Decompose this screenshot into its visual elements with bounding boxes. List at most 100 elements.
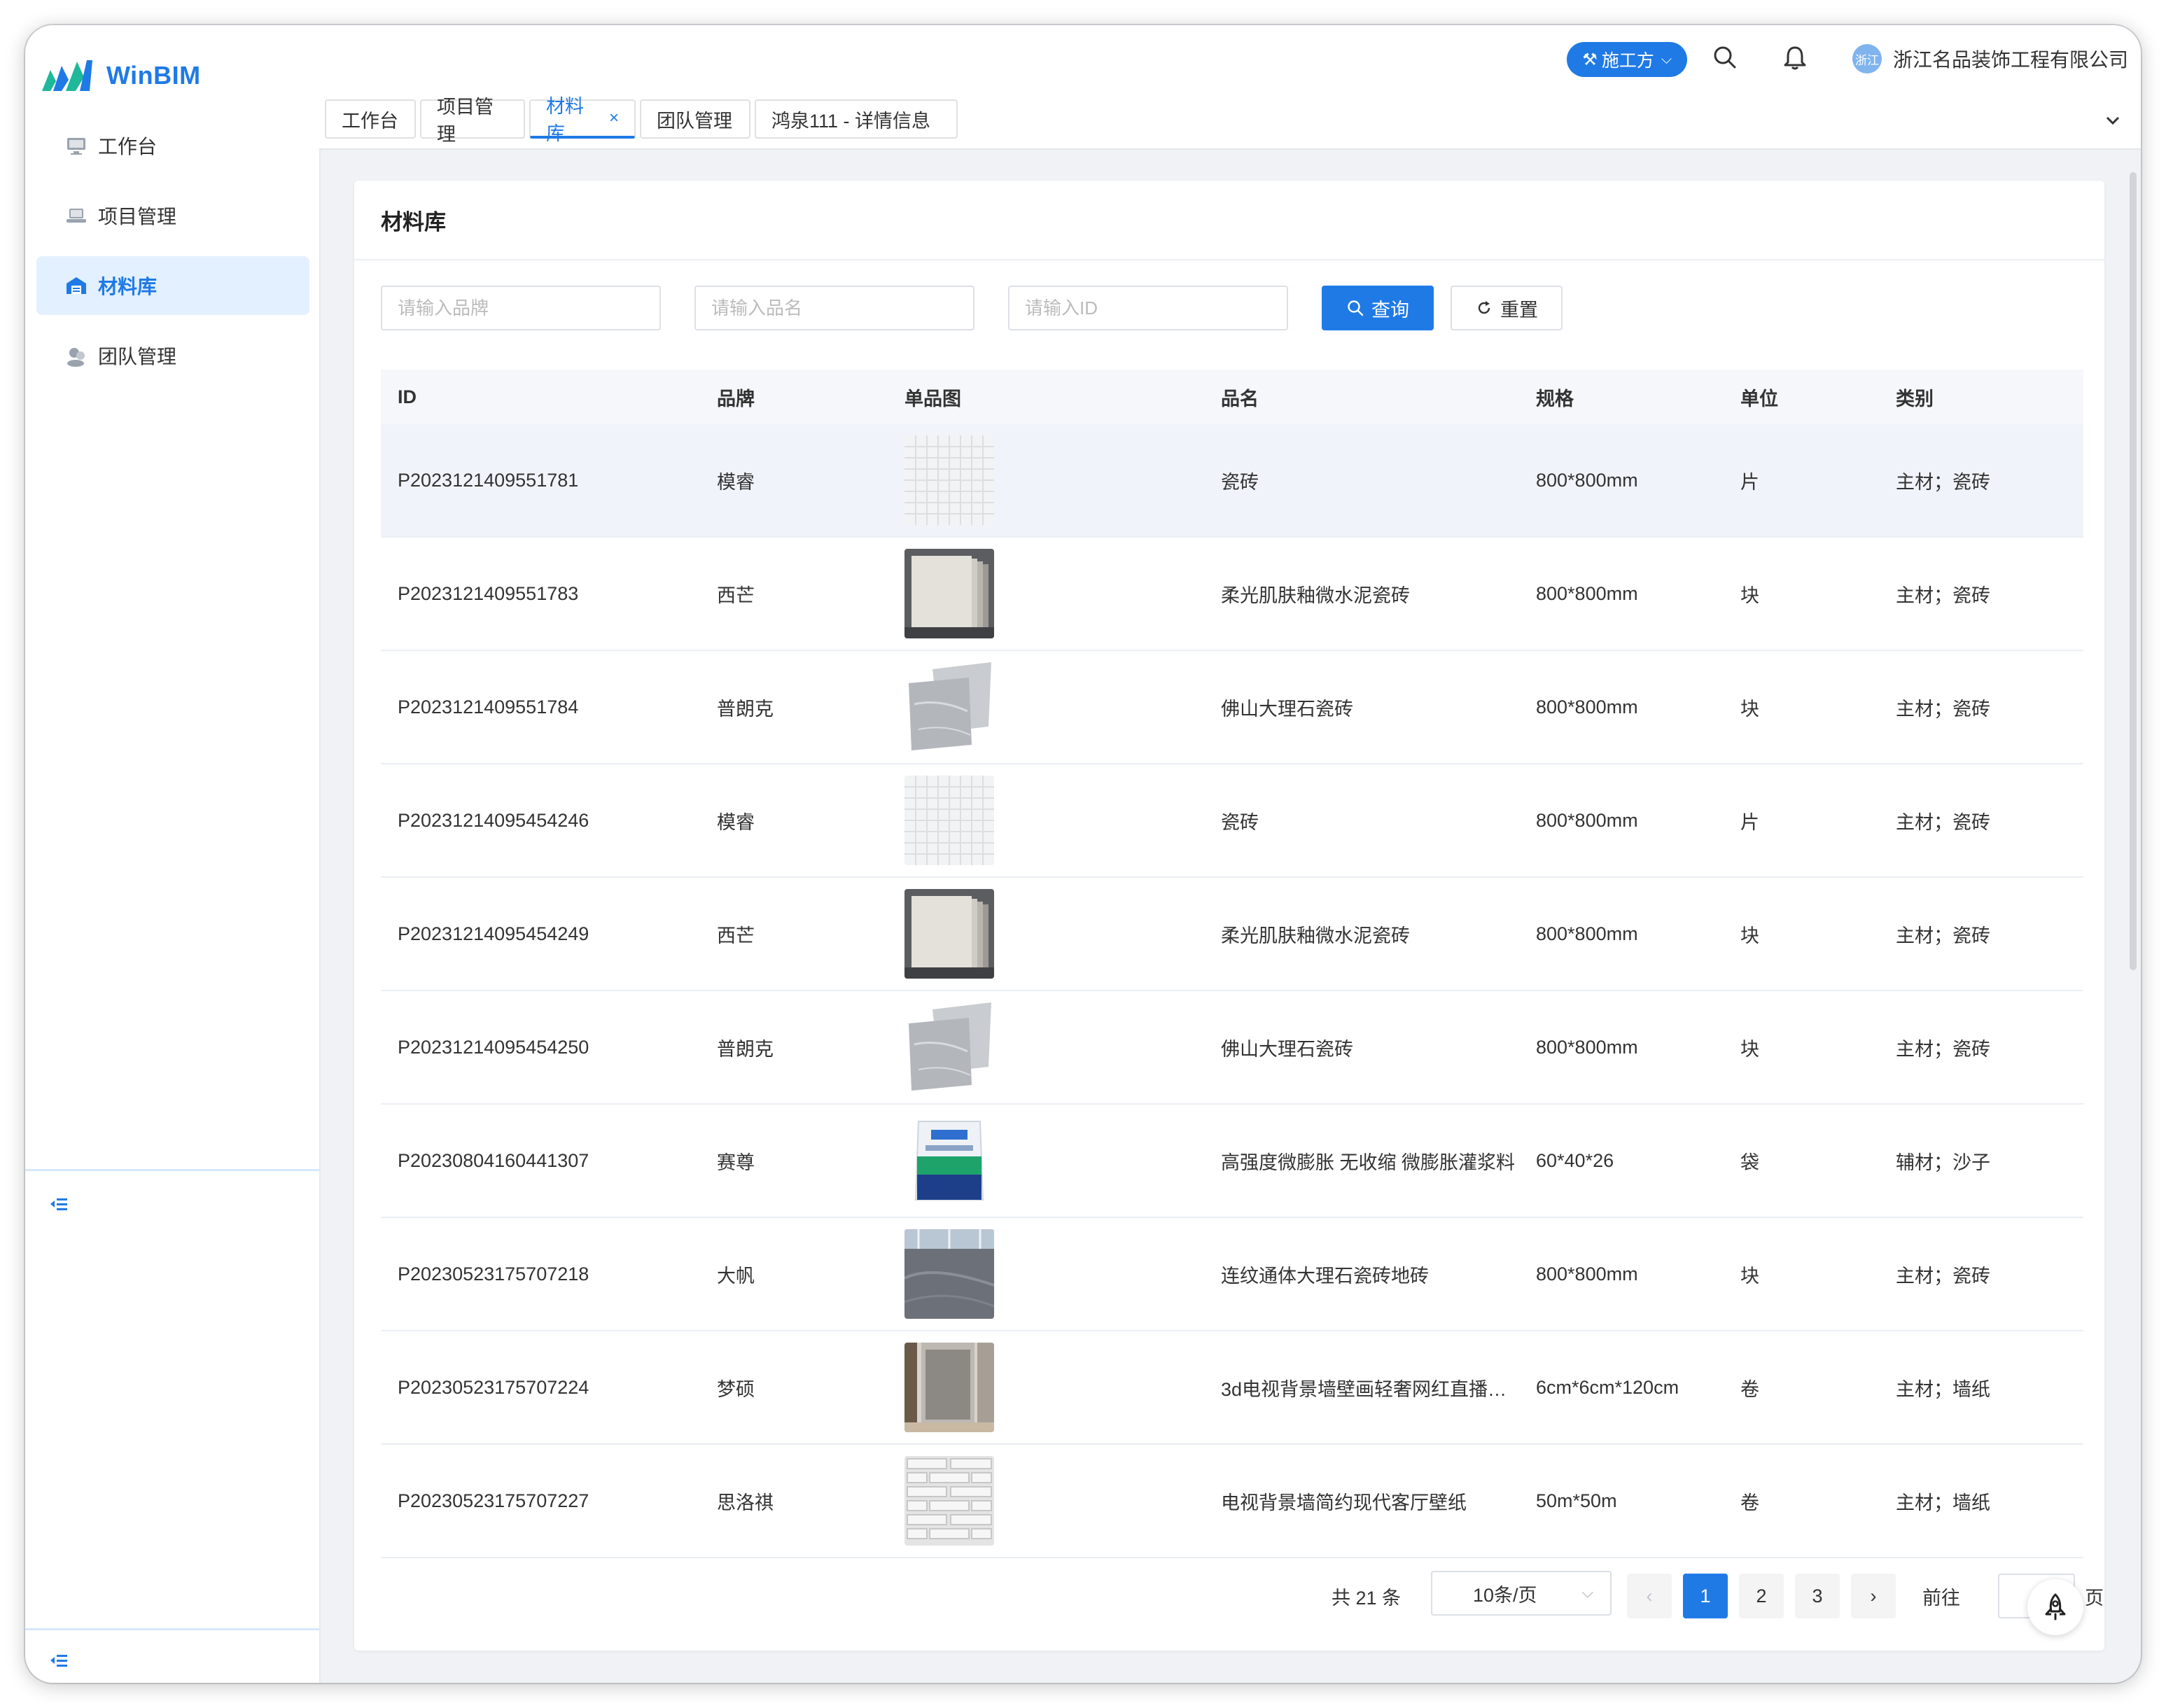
table-row[interactable]: P2023121409551783 西芒 柔光肌肤釉微水泥瓷砖 800*800mm 块 主…	[381, 538, 2083, 651]
column-header-name[interactable]: 品名	[1204, 384, 1519, 411]
table-row[interactable]: P20230523175707224 梦硕 3d电视背景墙壁画轻奢网红直播间墙纸 6c…	[381, 1331, 2083, 1445]
table-row[interactable]: P20230804160441307 赛尊 高强度微膨胀 无收缩 微膨胀灌浆料 60*…	[381, 1105, 2083, 1218]
product-thumbnail[interactable]	[904, 1002, 994, 1092]
bell-icon[interactable]	[1781, 43, 1812, 74]
sidebar-item-team[interactable]: 团队管理	[36, 326, 309, 385]
cell-id: P2023121409551781	[398, 469, 579, 491]
scrollbar[interactable]	[2130, 172, 2137, 970]
goto-suffix: 页	[2085, 1587, 2104, 1609]
product-thumbnail[interactable]	[904, 1456, 994, 1546]
name-search-input[interactable]	[694, 286, 974, 330]
sidebar-item-label: 团队管理	[98, 346, 177, 368]
cell-unit: 卷	[1740, 1378, 1759, 1400]
collapse-menu-icon[interactable]	[49, 1194, 73, 1218]
sidebar-item-materials[interactable]: 材料库	[36, 256, 309, 315]
id-search-input[interactable]	[1008, 286, 1288, 330]
cell-name: 3d电视背景墙壁画轻奢网红直播间墙纸	[1221, 1378, 1519, 1400]
table-row[interactable]: P20231214095454250 普朗克 佛山大理石瓷砖 800*800mm 块 主材…	[381, 991, 2083, 1105]
brand-search-input[interactable]	[381, 286, 661, 330]
chevron-down-icon: ⌵	[1661, 51, 1672, 67]
sidebar-item-projects[interactable]: 项目管理	[36, 186, 309, 245]
monitor-icon	[64, 134, 88, 158]
table-row[interactable]: P20231214095454249 西芒 柔光肌肤釉微水泥瓷砖 800*800mm 块…	[381, 878, 2083, 991]
column-header-brand[interactable]: 品牌	[700, 384, 888, 411]
product-thumbnail[interactable]	[904, 549, 994, 638]
product-thumbnail[interactable]	[904, 1116, 994, 1205]
table-header: ID 品牌 单品图 品名 规格 单位 类别	[381, 370, 2083, 424]
table-row[interactable]: P20230523175707218 大帆 连纹通体大理石瓷砖地砖 800*800mm…	[381, 1218, 2083, 1331]
page-button-2[interactable]: 2	[1739, 1574, 1784, 1618]
cell-category: 主材；瓷砖	[1896, 698, 1990, 720]
product-thumbnail[interactable]	[904, 1229, 994, 1319]
product-thumbnail[interactable]	[904, 889, 994, 979]
cell-category: 主材；瓷砖	[1896, 811, 1990, 833]
cell-spec: 800*800mm	[1536, 582, 1638, 604]
page-button-1[interactable]: 1	[1683, 1574, 1728, 1618]
sidebar-item-workbench[interactable]: 工作台	[36, 116, 309, 175]
product-thumbnail[interactable]	[904, 435, 994, 525]
product-thumbnail[interactable]	[904, 662, 994, 752]
cell-id: P20231214095454246	[398, 809, 589, 831]
cell-category: 主材；瓷砖	[1896, 925, 1990, 946]
search-icon[interactable]	[1711, 43, 1742, 74]
chevron-down-icon[interactable]	[2100, 108, 2125, 133]
cell-name: 电视背景墙简约现代客厅壁纸	[1221, 1492, 1467, 1513]
cell-id: P2023121409551784	[398, 696, 579, 718]
column-header-unit[interactable]: 单位	[1724, 384, 1879, 411]
cell-image	[888, 549, 1204, 638]
total-count: 共 21 条	[1332, 1587, 1402, 1609]
cell-id: P20231214095454249	[398, 923, 589, 944]
tab-team[interactable]: 团队管理	[640, 99, 750, 139]
page-size-select[interactable]: 10条/页 ⌵	[1431, 1571, 1612, 1616]
cell-image	[888, 889, 1204, 979]
cell-image	[888, 435, 1204, 525]
cell-image	[888, 1456, 1204, 1546]
role-switch-button[interactable]: ⚒ 施工方 ⌵	[1567, 42, 1687, 77]
sidebar-divider	[25, 1169, 319, 1171]
product-thumbnail[interactable]	[904, 776, 994, 865]
column-header-category[interactable]: 类别	[1879, 384, 2083, 411]
cell-unit: 块	[1740, 1038, 1759, 1060]
materials-table: ID 品牌 单品图 品名 规格 单位 类别 P2023121409551781 模…	[381, 370, 2083, 1558]
reset-button[interactable]: 重置	[1451, 286, 1563, 330]
next-page-button[interactable]: ›	[1851, 1574, 1896, 1618]
goto-label: 前往	[1922, 1587, 1960, 1609]
user-menu[interactable]: 浙江 浙江名品装饰工程有限公司	[1852, 41, 2128, 77]
cell-image	[888, 1229, 1204, 1319]
cell-category: 主材；瓷砖	[1896, 1265, 1990, 1287]
sidebar-item-label: 材料库	[98, 276, 158, 298]
winbim-logo-icon	[42, 60, 92, 91]
page-title: 材料库	[381, 210, 446, 234]
tab-workbench[interactable]: 工作台	[325, 99, 416, 139]
logo[interactable]: WinBIM	[41, 41, 201, 111]
cell-spec: 6cm*6cm*120cm	[1536, 1376, 1679, 1398]
tab-materials[interactable]: 材料库 ×	[529, 96, 636, 144]
search-button[interactable]: 查询	[1322, 286, 1434, 330]
cell-category: 主材；瓷砖	[1896, 471, 1990, 493]
cell-spec: 800*800mm	[1536, 1036, 1638, 1058]
column-header-spec[interactable]: 规格	[1519, 384, 1724, 411]
table-row[interactable]: P2023121409551784 普朗克 佛山大理石瓷砖 800*800mm 块 主材；…	[381, 651, 2083, 764]
column-header-id[interactable]: ID	[381, 386, 700, 408]
close-icon[interactable]: ×	[609, 108, 619, 128]
search-button-label: 查询	[1371, 299, 1409, 321]
rocket-icon[interactable]	[2027, 1579, 2083, 1635]
table-row[interactable]: P20230523175707227 思洛祺 电视背景墙简约现代客厅壁纸 50m*50…	[381, 1445, 2083, 1558]
collapse-menu-icon[interactable]	[49, 1651, 73, 1674]
avatar: 浙江	[1852, 44, 1882, 74]
cell-id: P20230523175707227	[398, 1490, 589, 1511]
prev-page-button[interactable]: ‹	[1627, 1574, 1672, 1618]
tab-project-detail[interactable]: 鸿泉111 - 详情信息	[755, 99, 958, 139]
tab-projects[interactable]: 项目管理	[420, 97, 525, 145]
table-row[interactable]: P2023121409551781 模睿 瓷砖 800*800mm 片 主材；瓷砖	[381, 424, 2083, 538]
tools-icon: ⚒	[1582, 50, 1598, 69]
cell-brand: 西芒	[717, 584, 755, 606]
table-row[interactable]: P20231214095454246 模睿 瓷砖 800*800mm 片 主材；瓷砖	[381, 764, 2083, 878]
cell-category: 辅材；沙子	[1896, 1152, 1990, 1173]
sidebar: WinBIM 工作台 项目管理 材料库 团队管理	[25, 25, 321, 1683]
page-button-3[interactable]: 3	[1795, 1574, 1840, 1618]
cell-spec: 50m*50m	[1536, 1490, 1617, 1511]
divider	[354, 259, 2104, 260]
cell-spec: 60*40*26	[1536, 1149, 1614, 1171]
product-thumbnail[interactable]	[904, 1343, 994, 1432]
